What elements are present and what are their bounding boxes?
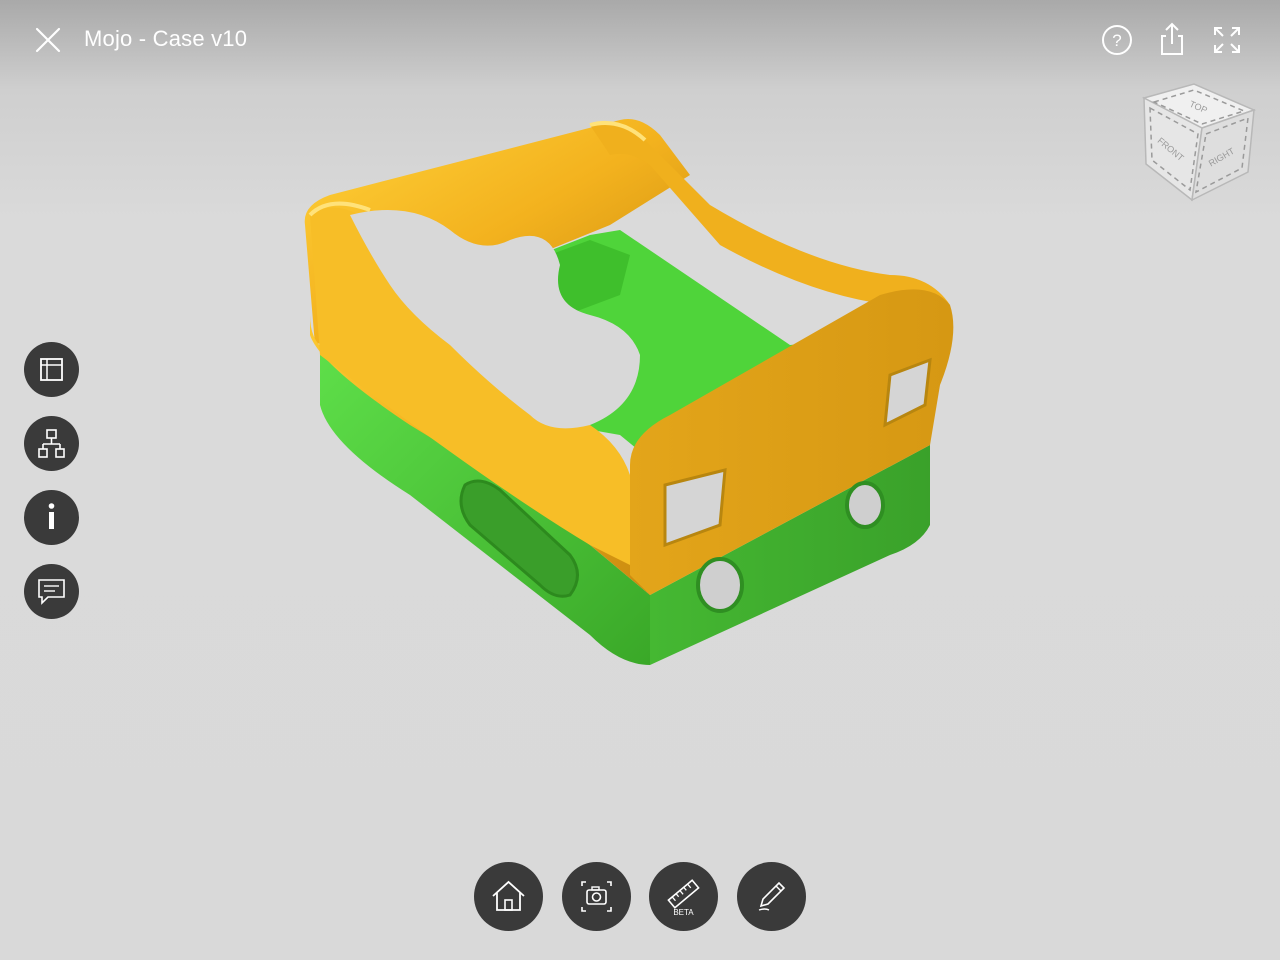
3d-viewport[interactable]: Mojo - Case v10 ? TOP FRONT RIGHT BETA <box>0 0 1280 960</box>
top-bar: Mojo - Case v10 ? <box>0 0 1280 80</box>
beta-badge: BETA <box>673 908 694 917</box>
view-cube[interactable]: TOP FRONT RIGHT <box>1136 80 1262 212</box>
home-view-button[interactable] <box>474 862 543 931</box>
close-icon <box>35 27 61 53</box>
panel-icon <box>40 358 63 381</box>
expand-icon <box>1214 27 1240 53</box>
structure-button[interactable] <box>24 416 79 471</box>
comment-icon <box>38 579 65 605</box>
help-icon: ? <box>1102 25 1132 55</box>
share-icon <box>1161 22 1183 55</box>
snapshot-button[interactable] <box>562 862 631 931</box>
svg-text:?: ? <box>1112 31 1121 50</box>
camera-icon <box>581 881 612 912</box>
fullscreen-button[interactable] <box>1209 22 1245 58</box>
help-button[interactable]: ? <box>1099 22 1135 58</box>
measure-button[interactable]: BETA <box>649 862 718 931</box>
share-button[interactable] <box>1154 22 1190 58</box>
info-button[interactable] <box>24 490 79 545</box>
info-icon <box>48 503 55 529</box>
pencil-icon <box>758 881 786 911</box>
home-icon <box>492 880 525 911</box>
markup-button[interactable] <box>737 862 806 931</box>
view-cube-icon: TOP FRONT RIGHT <box>1141 83 1257 202</box>
case-3d-model[interactable] <box>290 105 970 680</box>
ruler-icon <box>667 879 700 909</box>
document-title: Mojo - Case v10 <box>84 26 248 51</box>
comments-button[interactable] <box>24 564 79 619</box>
hierarchy-icon <box>38 429 65 458</box>
close-button[interactable] <box>28 20 68 60</box>
model-browser-button[interactable] <box>24 342 79 397</box>
